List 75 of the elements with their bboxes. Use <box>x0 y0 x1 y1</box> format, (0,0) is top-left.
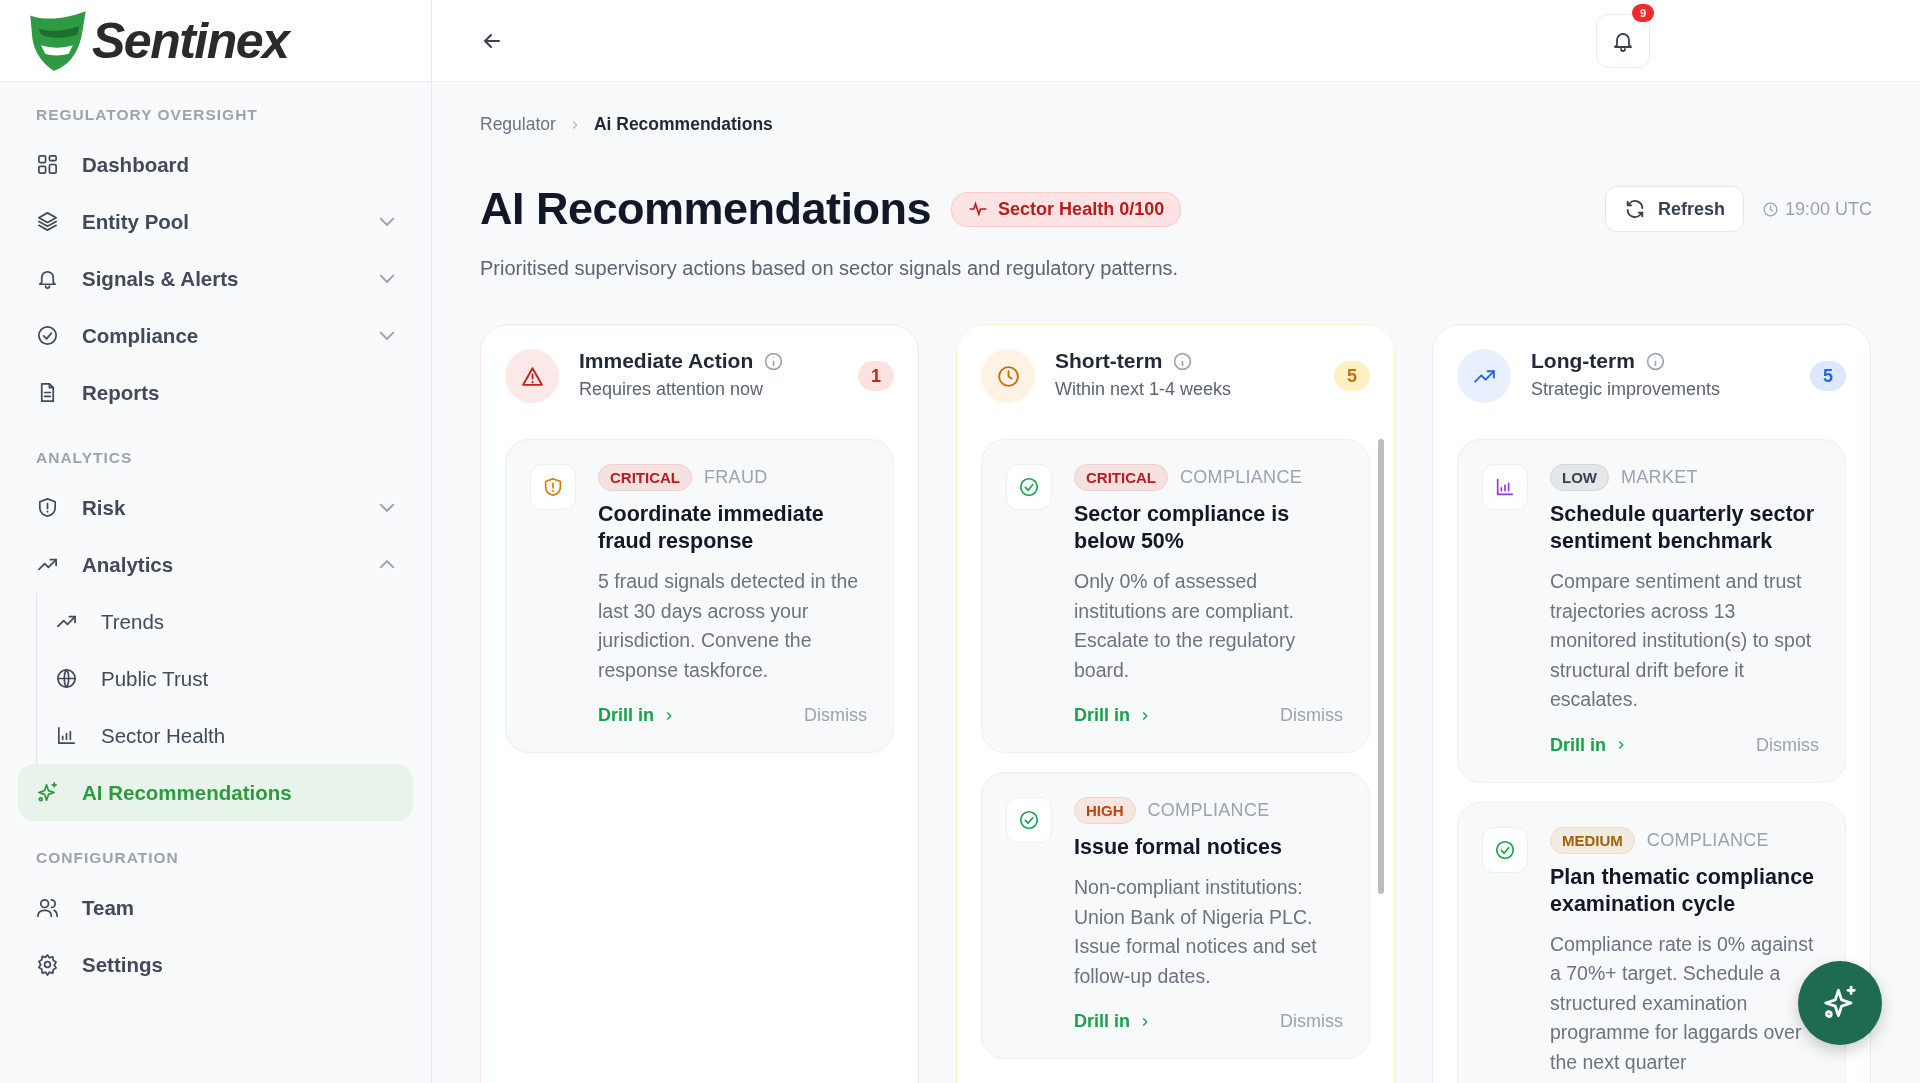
category-label: FRAUD <box>704 467 768 488</box>
column-title: Immediate Action <box>579 349 754 373</box>
recommendation-description: Compare sentiment and trust trajectories across 13 monitored institution(s) to spot structural drift before it escalates. <box>1550 569 1813 712</box>
severity-badge: HIGH <box>1074 797 1136 824</box>
info-icon[interactable] <box>1172 350 1194 372</box>
breadcrumb-link[interactable]: Regulator <box>480 114 556 135</box>
column-title: Short-term <box>1055 349 1163 373</box>
circle-check-icon <box>1006 797 1052 843</box>
nav-item[interactable]: Settings <box>18 936 413 993</box>
recommendation-description: 5 fraud signals detected in the last 30 days across your jurisdiction. Convene the response taskforce. <box>598 569 860 683</box>
count-badge: 5 <box>1810 361 1846 391</box>
recommendation-title: Issue formal notices <box>1074 834 1283 861</box>
recommendation-title: Plan thematic compliance examination cycle <box>1550 863 1816 918</box>
shield-icon <box>530 464 576 510</box>
breadcrumb-current: Ai Recommendations <box>593 114 773 135</box>
recommendation-description: Non-compliant institutions: Union Bank of Nigeria PLC. Issue formal notices and set follow-up dates. <box>1074 875 1318 989</box>
column-subtitle: Requires attention now <box>579 379 765 400</box>
nav-item[interactable]: Reports <box>18 364 413 421</box>
page-subtitle: Prioritised supervisory actions based on sector signals and regulatory patterns. <box>480 257 1180 280</box>
recommendation-title: Schedule quarterly sector sentiment benchmark <box>1550 501 1816 555</box>
users-icon <box>36 896 59 919</box>
recommendation-title: Coordinate immediate fraud response <box>598 501 825 555</box>
nav-item[interactable]: Team <box>18 879 413 936</box>
nav-subitem[interactable]: Sector Health <box>55 707 413 764</box>
column-subtitle: Within next 1-4 weeks <box>1055 379 1233 400</box>
sector-health-badge: Sector Health 0/100 <box>951 191 1182 227</box>
nav-item[interactable]: Entity Pool <box>18 193 413 250</box>
category-label: COMPLIANCE <box>1646 829 1769 851</box>
info-icon[interactable] <box>1644 350 1666 372</box>
section-label: ANALYTICS <box>35 448 134 468</box>
severity-badge: MEDIUM <box>1550 826 1635 854</box>
nav-item[interactable]: Risk <box>18 479 413 536</box>
brand-name: Sentinex <box>92 11 289 70</box>
category-label: MARKET <box>1621 467 1698 488</box>
grid-icon <box>36 153 59 176</box>
category-label: COMPLIANCE <box>1180 467 1303 488</box>
clock-icon <box>1761 200 1779 218</box>
bars-icon <box>1482 464 1528 510</box>
refresh-button[interactable]: Refresh <box>1604 186 1744 232</box>
notification-count: 9 <box>1632 3 1654 22</box>
column-title: Long-term <box>1531 349 1635 373</box>
shield-icon <box>36 496 59 519</box>
recommendation-title: Sector compliance is below 50% <box>1074 501 1291 555</box>
circle-check-icon <box>1482 826 1528 873</box>
circle-check-icon <box>36 324 59 347</box>
section-label: CONFIGURATION <box>35 848 180 868</box>
trend-icon <box>1457 349 1511 403</box>
nav-item[interactable]: Analytics <box>18 536 413 593</box>
severity-badge: LOW <box>1550 464 1609 491</box>
category-label: COMPLIANCE <box>1147 800 1270 821</box>
globe-icon <box>55 667 78 690</box>
count-badge: 5 <box>1334 361 1370 391</box>
nav-subitem[interactable]: Public Trust <box>55 650 413 707</box>
recommendation-description: Only 0% of assessed institutions are compliant. Escalate to the regulatory board. <box>1074 569 1297 683</box>
page-title: AI Recommendations <box>480 183 932 235</box>
count-badge: 1 <box>858 361 894 391</box>
gear-icon <box>36 953 59 976</box>
scrollbar-thumb[interactable] <box>1378 439 1384 894</box>
clock-icon <box>981 349 1035 403</box>
severity-badge: CRITICAL <box>1074 464 1168 491</box>
layers-icon <box>36 210 59 233</box>
nav-item[interactable]: Dashboard <box>18 136 413 193</box>
severity-badge: CRITICAL <box>598 464 692 491</box>
recommendation-description: Compliance rate is 0% against a 70%+ target. Schedule a structured examination programme for laggards over the next quarter <box>1550 931 1815 1075</box>
section-label: REGULATORY OVERSIGHT <box>35 105 259 125</box>
nav-item[interactable]: Compliance <box>18 307 413 364</box>
warning-icon <box>505 349 559 403</box>
nav-item[interactable]: Signals & Alerts <box>18 250 413 307</box>
update-time: 19:00 UTC <box>1784 198 1872 220</box>
nav-subitem[interactable]: Trends <box>55 593 413 650</box>
bars-icon <box>55 724 78 747</box>
sparkle-icon <box>36 781 59 804</box>
column-subtitle: Strategic improvements <box>1531 379 1722 400</box>
info-icon[interactable] <box>763 350 785 372</box>
circle-check-icon <box>1006 464 1052 510</box>
